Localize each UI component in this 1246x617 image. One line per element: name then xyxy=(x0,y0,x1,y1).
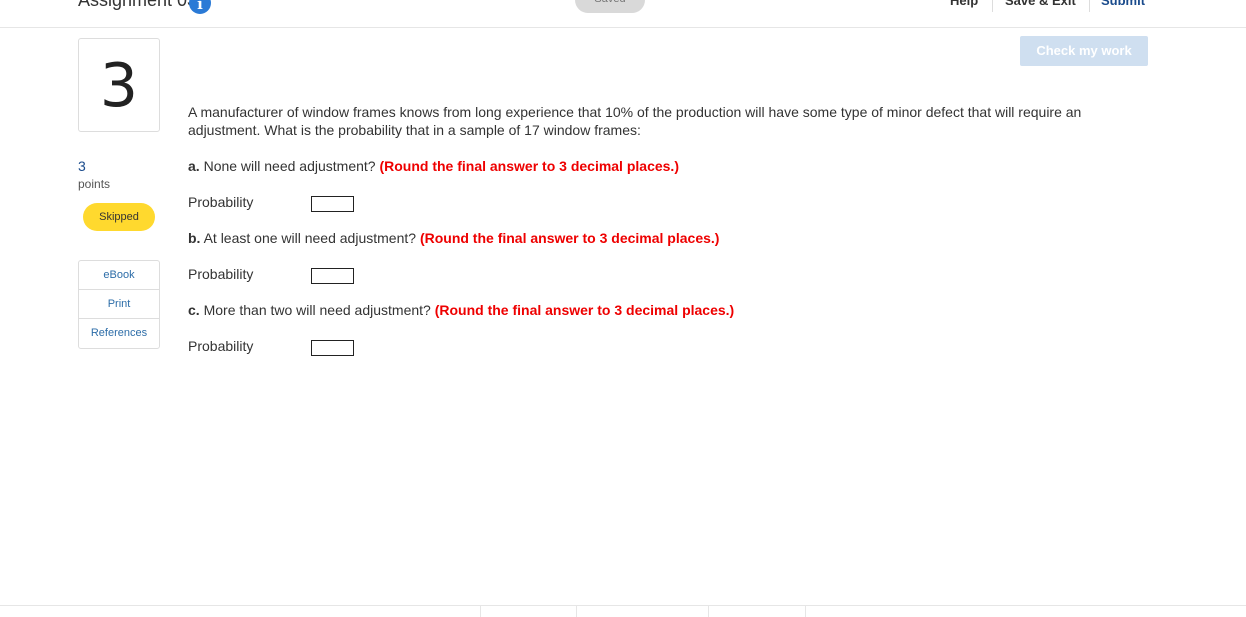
question-number-box: 3 xyxy=(78,38,160,132)
submit-link[interactable]: Submit xyxy=(1101,0,1145,9)
footer-divider xyxy=(0,605,1246,606)
check-my-work-button[interactable]: Check my work xyxy=(1020,36,1148,66)
help-link[interactable]: Help xyxy=(950,0,978,9)
points-value: 3 xyxy=(78,158,86,174)
footer-divider xyxy=(480,606,481,617)
header-divider xyxy=(992,0,993,12)
answer-input-b[interactable] xyxy=(311,268,354,284)
part-b-prompt: b. At least one will need adjustment? (R… xyxy=(188,229,719,247)
footer-divider xyxy=(805,606,806,617)
resources-panel: eBook Print References xyxy=(78,260,160,349)
points-label: points xyxy=(78,177,111,191)
answer-input-c[interactable] xyxy=(311,340,354,356)
references-link[interactable]: References xyxy=(79,319,159,348)
saved-indicator: Saved xyxy=(575,0,645,13)
footer-divider xyxy=(576,606,577,617)
part-letter: a. xyxy=(188,158,200,174)
part-text: None will need adjustment? xyxy=(203,158,376,174)
rounding-instruction: (Round the final answer to 3 decimal pla… xyxy=(419,230,720,246)
question-number: 3 xyxy=(99,51,139,121)
part-a-prompt: a. None will need adjustment? (Round the… xyxy=(188,157,679,175)
header-divider xyxy=(1089,0,1090,12)
probability-label: Probability xyxy=(188,266,254,282)
part-text: At least one will need adjustment? xyxy=(203,230,417,246)
probability-label: Probability xyxy=(188,194,254,210)
top-bar: Assignment 03 i Saved Help Save & Exit S… xyxy=(0,0,1246,28)
footer-divider xyxy=(708,606,709,617)
part-c-prompt: c. More than two will need adjustment? (… xyxy=(188,301,734,319)
probability-label: Probability xyxy=(188,338,254,354)
part-text: More than two will need adjustment? xyxy=(203,302,431,318)
part-letter: b. xyxy=(188,230,201,246)
print-link[interactable]: Print xyxy=(79,290,159,319)
part-letter: c. xyxy=(188,302,200,318)
rounding-instruction: (Round the final answer to 3 decimal pla… xyxy=(379,158,679,174)
assignment-title: Assignment 03 xyxy=(78,0,198,10)
rounding-instruction: (Round the final answer to 3 decimal pla… xyxy=(434,302,735,318)
ebook-link[interactable]: eBook xyxy=(79,261,159,290)
info-icon[interactable]: i xyxy=(189,0,211,14)
save-exit-link[interactable]: Save & Exit xyxy=(1005,0,1076,9)
question-text: A manufacturer of window frames knows fr… xyxy=(188,104,1082,138)
answer-input-a[interactable] xyxy=(311,196,354,212)
status-badge: Skipped xyxy=(83,203,155,231)
